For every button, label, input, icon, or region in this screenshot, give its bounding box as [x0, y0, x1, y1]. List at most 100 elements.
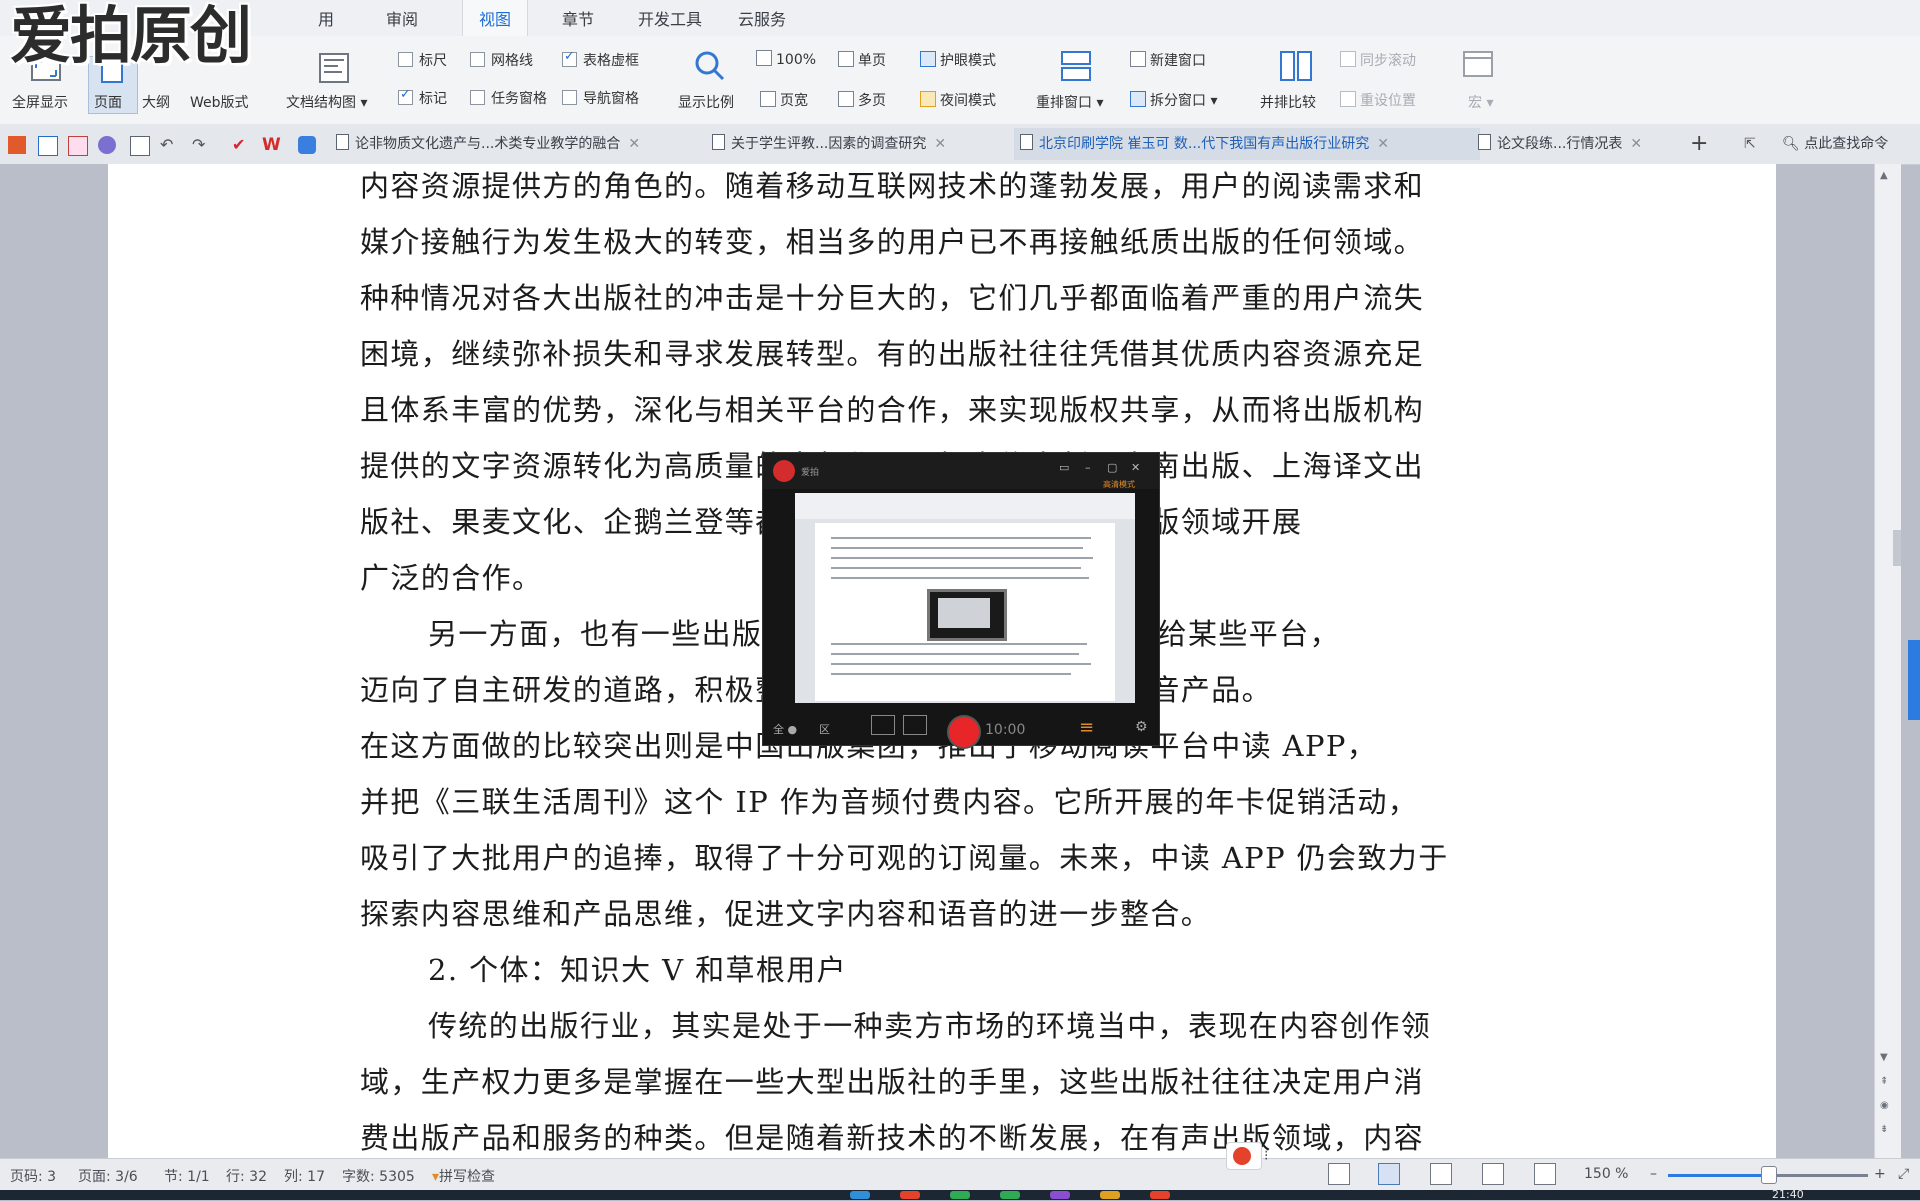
- search-command[interactable]: 🔍︎ 点此查找命令: [1782, 128, 1914, 160]
- tab-chapter[interactable]: 章节: [562, 0, 594, 36]
- export-icon[interactable]: [68, 136, 88, 156]
- split-window-button[interactable]: 拆分窗口 ▾: [1130, 90, 1217, 110]
- wps-w-icon[interactable]: W: [262, 136, 281, 154]
- recorder-close-icon[interactable]: ✕: [1131, 461, 1140, 474]
- zoom-out-icon[interactable]: –: [1650, 1166, 1657, 1182]
- taskbar-app-icon[interactable]: [1050, 1191, 1070, 1199]
- record-button[interactable]: [947, 715, 981, 749]
- taskbar-app-icon[interactable]: [950, 1191, 970, 1199]
- recorder-save-icon[interactable]: [871, 715, 895, 735]
- fullscreen-button[interactable]: 全屏显示: [12, 92, 68, 112]
- scrollbar-thumb[interactable]: [1893, 530, 1901, 566]
- read-mode-icon[interactable]: [1534, 1163, 1556, 1185]
- recorder-minimize-icon[interactable]: –: [1085, 461, 1091, 474]
- web-view-button[interactable]: Web版式: [190, 92, 249, 112]
- select-browse-icon[interactable]: ◉: [1880, 1100, 1889, 1111]
- page-view-button[interactable]: 页面: [94, 92, 122, 112]
- status-pages[interactable]: 页面: 3/6: [78, 1166, 138, 1186]
- zoom-level[interactable]: 150 %: [1584, 1166, 1628, 1182]
- page-view-status-icon[interactable]: [1378, 1163, 1400, 1185]
- check-mark-icon[interactable]: ✔: [232, 136, 250, 154]
- prev-page-icon[interactable]: ⇞: [1880, 1076, 1888, 1087]
- zoom-ratio-button[interactable]: 显示比例: [678, 92, 734, 112]
- taskbar-app-icon[interactable]: [850, 1191, 870, 1199]
- page-width-button[interactable]: 页宽: [760, 90, 808, 110]
- recorder-menu-icon[interactable]: ▭: [1059, 461, 1069, 474]
- reset-position-button[interactable]: 重设位置: [1340, 90, 1416, 110]
- preview-icon[interactable]: [130, 136, 150, 156]
- taskbar-app-icon[interactable]: [1150, 1191, 1170, 1199]
- gridlines-checkbox[interactable]: 网格线: [470, 50, 533, 70]
- undo-icon[interactable]: ↶: [160, 136, 178, 154]
- wps-menu-icon[interactable]: [8, 136, 26, 154]
- night-mode-button[interactable]: 夜间模式: [920, 90, 996, 110]
- outline-status-icon[interactable]: [1430, 1163, 1452, 1185]
- new-tab-plus-icon[interactable]: +: [1690, 128, 1708, 160]
- preview-line: [831, 663, 1091, 665]
- print-icon[interactable]: [98, 136, 116, 154]
- vertical-scrollbar[interactable]: [1874, 164, 1901, 1158]
- recorder-settings-icon[interactable]: [903, 715, 927, 735]
- next-page-icon[interactable]: ⇟: [1880, 1124, 1888, 1135]
- pin-icon[interactable]: ⇱: [1744, 128, 1756, 160]
- eye-mode-button[interactable]: 护眼模式: [920, 50, 996, 70]
- fit-window-icon[interactable]: ⤢: [1898, 1166, 1909, 1182]
- table-gridlines-checkbox[interactable]: 表格虚框: [562, 49, 639, 70]
- web-status-icon[interactable]: [1482, 1163, 1504, 1185]
- status-word-count[interactable]: 字数: 5305: [342, 1166, 415, 1186]
- status-page-number[interactable]: 页码: 3: [10, 1166, 56, 1186]
- zoom-in-icon[interactable]: +: [1874, 1166, 1886, 1182]
- macro-button[interactable]: 宏 ▾: [1468, 92, 1493, 112]
- doc-tab-3-active[interactable]: 北京印刷学院 崔玉可 数...代下我国有声出版行业研究 ✕: [1014, 128, 1480, 160]
- text-line: 内容资源提供方的角色的。随着移动互联网技术的蓬勃发展，用户的阅读需求和: [360, 169, 1425, 203]
- recorder-gear-icon[interactable]: ⚙: [1135, 719, 1148, 735]
- side-by-side-button[interactable]: 并排比较: [1260, 92, 1316, 112]
- status-section[interactable]: 节: 1/1: [164, 1166, 210, 1186]
- save-icon[interactable]: [38, 136, 58, 156]
- ruler-checkbox[interactable]: 标尺: [398, 50, 447, 70]
- side-panel-tab[interactable]: [1908, 640, 1920, 720]
- doc-tab-4[interactable]: 论文段练...行情况表 ✕: [1478, 128, 1678, 160]
- close-icon[interactable]: ✕: [1630, 136, 1642, 152]
- screen-recorder-window[interactable]: 爱拍 ▭ – ▢ ✕ 高清模式 全 ● 区 10:00 ≡ ⚙: [762, 452, 1160, 749]
- recorder-fullscreen-toggle[interactable]: 全 ●: [773, 721, 797, 737]
- close-icon[interactable]: ✕: [934, 136, 946, 152]
- status-row[interactable]: 行: 32: [226, 1166, 267, 1186]
- multi-page-button[interactable]: 多页: [838, 90, 886, 110]
- tab-review[interactable]: 审阅: [386, 0, 418, 36]
- outline-view-button[interactable]: 大纲: [142, 92, 170, 112]
- tab-view[interactable]: 视图: [462, 0, 528, 36]
- scroll-up-arrow-icon[interactable]: ▲: [1880, 170, 1888, 181]
- taskbar-app-icon[interactable]: [1000, 1191, 1020, 1199]
- zoom-100-button[interactable]: 100%: [756, 50, 816, 68]
- scroll-down-arrow-icon[interactable]: ▼: [1880, 1052, 1888, 1063]
- redo-icon[interactable]: ↷: [192, 136, 210, 154]
- recorder-audio-level-icon[interactable]: ≡: [1079, 717, 1094, 738]
- wps-assistant-badge[interactable]: [1226, 1142, 1262, 1170]
- tab-cloud[interactable]: 云服务: [738, 0, 786, 36]
- recorder-restore-icon[interactable]: ▢: [1107, 461, 1117, 474]
- new-window-button[interactable]: 新建窗口: [1130, 50, 1206, 70]
- dropdown-arrow-icon: ▾: [432, 1169, 440, 1185]
- recorder-area-toggle[interactable]: 区: [819, 721, 830, 737]
- single-page-button[interactable]: 单页: [838, 50, 886, 70]
- close-icon[interactable]: ✕: [1377, 136, 1389, 152]
- assistant-dropdown-icon[interactable]: ⁝: [1264, 1148, 1268, 1164]
- task-pane-checkbox[interactable]: 任务窗格: [470, 88, 547, 108]
- status-spell-check[interactable]: ▾拼写检查: [432, 1166, 495, 1186]
- focus-mode-icon[interactable]: [1328, 1163, 1350, 1185]
- sync-scroll-button[interactable]: 同步滚动: [1340, 50, 1416, 70]
- zoom-slider-knob[interactable]: [1761, 1166, 1777, 1184]
- close-icon[interactable]: ✕: [628, 136, 640, 152]
- tab-developer[interactable]: 开发工具: [638, 0, 702, 36]
- rearrange-window-button[interactable]: 重排窗口 ▾: [1036, 92, 1103, 112]
- nav-pane-checkbox[interactable]: 导航窗格: [562, 88, 639, 108]
- doc-tab-2[interactable]: 关于学生评教...因素的调查研究 ✕: [712, 128, 1012, 160]
- doc-structure-button[interactable]: 文档结构图 ▾: [286, 92, 367, 112]
- taskbar-app-icon[interactable]: [1100, 1191, 1120, 1199]
- doc-tab-1[interactable]: 论非物质文化遗产与...术类专业教学的融合 ✕: [336, 128, 704, 160]
- taskbar-app-icon[interactable]: [900, 1191, 920, 1199]
- cube-icon[interactable]: [298, 136, 316, 154]
- status-column[interactable]: 列: 17: [284, 1166, 325, 1186]
- markup-checkbox[interactable]: 标记: [398, 87, 447, 108]
